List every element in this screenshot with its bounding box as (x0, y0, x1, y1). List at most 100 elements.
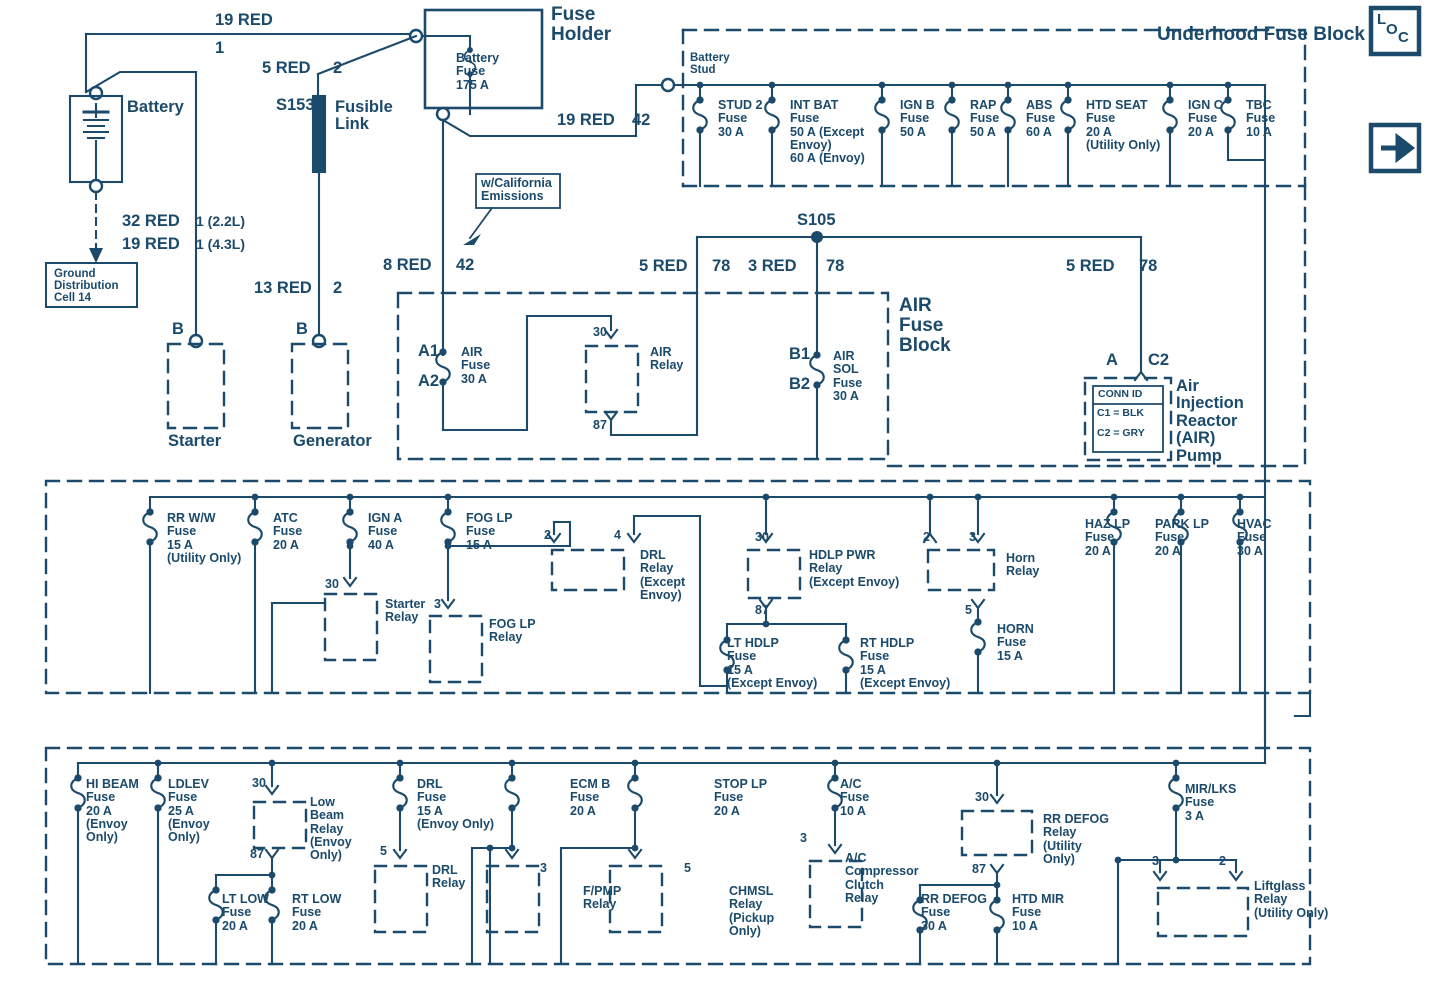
rr-defog-relay-label: RR DEFOG Relay (Utility Only) (1043, 812, 1109, 866)
starter-relay-label: Starter Relay (385, 597, 426, 625)
chmsl-relay-label: CHMSL Relay (Pickup Only) (729, 884, 775, 938)
arrow-right-icon (1368, 122, 1422, 174)
air-fuse-label: AIR Fuse 30 A (461, 345, 491, 386)
fuse-tbc-label: TBC Fuse 10 A (1246, 98, 1276, 139)
ground-wire-0-gauge: 32 RED (122, 212, 180, 230)
fusible-link-label: Fusible Link (335, 98, 393, 134)
air-relay-label: AIR Relay (650, 345, 684, 373)
wire-label-19red-1-circuit: 1 (215, 39, 225, 57)
fuse-horn-label: HORN Fuse 15 A (997, 622, 1034, 663)
wire-label-19red-42-circuit: 42 (632, 111, 651, 129)
fpmp-relay-pin-3: 3 (540, 861, 547, 875)
fuse-rr-defog-label: RR DEFOG Fuse 30 A (921, 892, 987, 933)
wire-3red-78-gauge: 3 RED (748, 257, 797, 275)
air-fuse-terminal-a2: A2 (418, 372, 440, 390)
underhood-fuse-block-title: Underhood Fuse Block (1157, 24, 1365, 45)
wire-label-13red-2-circuit: 2 (333, 279, 343, 297)
fuse-drl-label: DRL Fuse 15 A (Envoy Only) (417, 777, 495, 831)
air-sol-fuse-label: AIR SOL Fuse 30 A (833, 349, 863, 403)
conn-id-title: CONN ID (1098, 388, 1143, 400)
fuse-hvac-label: HVAC Fuse 30 A (1237, 517, 1272, 558)
california-emissions-note: w/California Emissions (481, 176, 552, 204)
air-relay-pin-87: 87 (593, 418, 607, 432)
conn-id-row-c2: C2 = GRY (1097, 427, 1145, 439)
ac-clutch-relay-pin-3: 3 (800, 831, 807, 845)
generator-label: Generator (293, 432, 372, 450)
fuse-rt-low-label: RT LOW Fuse 20 A (292, 892, 342, 933)
drl-relay-pin-2: 2 (544, 528, 551, 542)
battery-label: Battery (127, 98, 184, 116)
fuse-stud-2-label: STUD 2 Fuse 30 A (718, 98, 763, 139)
fuse-ldlev-label: LDLEV Fuse 25 A (Envoy Only) (168, 777, 210, 844)
fuse-holder-label: Fuse Holder (551, 4, 612, 46)
fuse-ac-label: A/C Fuse 10 A (840, 777, 870, 818)
wiring-diagram-page: 19 RED 1 5 RED 2 Battery Fuse Holder Bat… (0, 0, 1440, 1008)
air-fuse-terminal-a1: A1 (418, 342, 440, 360)
fuse-ecm-b-label: ECM B Fuse 20 A (570, 777, 611, 818)
hdlp-pwr-relay-label: HDLP PWR Relay (Except Envoy) (809, 548, 900, 589)
horn-relay-label: Horn Relay (1006, 551, 1040, 579)
wire-label-8red-42-gauge: 8 RED (383, 256, 432, 274)
pump-terminal-c2: C2 (1148, 351, 1170, 369)
wire-label-5red-2-circuit: 2 (333, 59, 343, 77)
fuse-atc-label: ATC Fuse 20 A (273, 511, 303, 552)
wire-label-19red-1-gauge: 19 RED (215, 11, 273, 29)
liftglass-relay-label: Liftglass Relay (Utility Only) (1254, 879, 1329, 920)
low-beam-relay-pin-87: 87 (250, 847, 264, 861)
s105-label: S105 (797, 211, 836, 229)
loc-icon-letter-l[interactable]: L (1377, 12, 1386, 28)
wire-5red-78-left-gauge: 5 RED (639, 257, 688, 275)
air-sol-terminal-b2: B2 (789, 375, 811, 393)
wire-5red-78-left-circuit: 78 (712, 257, 731, 275)
wire-5red-78-right-circuit: 78 (1139, 257, 1158, 275)
loc-icon-letter-c[interactable]: C (1398, 30, 1409, 46)
wire-3red-78-circuit: 78 (826, 257, 845, 275)
battery-fuse-label: Battery Fuse 175 A (456, 51, 500, 92)
fuse-stop-lp-label: STOP LP Fuse 20 A (714, 777, 768, 818)
fog-lp-relay-pin-3: 3 (434, 597, 441, 611)
fpmp-relay-label: F/PMP Relay (583, 884, 622, 912)
ground-wire-0-circuit: 1 (2.2L) (196, 213, 246, 229)
fuse-int-bat-label: INT BAT Fuse 50 A (Except Envoy) 60 A (E… (790, 98, 865, 165)
fuse-rt-hdlp-label: RT HDLP Fuse 15 A (Except Envoy) (860, 636, 951, 690)
chmsl-relay-pin-5: 5 (684, 861, 691, 875)
battery-stud-label: Battery Stud (690, 52, 730, 77)
wire-label-19red-42-gauge: 19 RED (557, 111, 615, 129)
fuse-abs-label: ABS Fuse 60 A (1026, 98, 1056, 139)
drl-relay-bottom-pin-5: 5 (380, 844, 387, 858)
fuse-park-lp-label: PARK LP Fuse 20 A (1155, 517, 1209, 558)
hdlp-pwr-relay-pin-87: 87 (755, 603, 769, 617)
starter-label: Starter (168, 432, 222, 450)
conn-id-row-c1: C1 = BLK (1097, 407, 1144, 419)
fuse-ign-a-label: IGN A Fuse 40 A (368, 511, 403, 552)
fuse-htd-mir-label: HTD MIR Fuse 10 A (1012, 892, 1065, 933)
generator-terminal-b: B (296, 320, 308, 338)
starter-relay-pin-30: 30 (325, 577, 339, 591)
loc-icon-letter-o[interactable]: O (1386, 22, 1398, 38)
fuse-ign-c-label: IGN C Fuse 20 A (1188, 98, 1223, 139)
fuse-lt-low-label: LT LOW Fuse 20 A (222, 892, 269, 933)
fuse-mir-lks-label: MIR/LKS Fuse 3 A (1185, 782, 1237, 823)
s153-label: S153 (276, 96, 315, 114)
air-pump-label: Air Injection Reactor (AIR) Pump (1176, 377, 1244, 465)
air-relay-pin-30: 30 (593, 325, 607, 339)
liftglass-relay-pin-2: 2 (1219, 854, 1226, 868)
fuse-ign-b-label: IGN B Fuse 50 A (900, 98, 935, 139)
liftglass-relay-pin-3: 3 (1152, 854, 1159, 868)
air-fuse-block-title: AIR Fuse Block (899, 295, 951, 357)
fuse-hi-beam-label: HI BEAM Fuse 20 A (Envoy Only) (86, 777, 139, 844)
horn-relay-pin-2: 2 (923, 530, 930, 544)
ground-wire-1-gauge: 19 RED (122, 235, 180, 253)
ac-clutch-relay-label: A/C Compressor Clutch Relay (845, 851, 919, 905)
fuse-rr-ww-label: RR W/W Fuse 15 A (Utility Only) (167, 511, 242, 565)
fog-lp-relay-label: FOG LP Relay (489, 617, 536, 645)
air-sol-terminal-b1: B1 (789, 345, 811, 363)
horn-relay-pin-5: 5 (965, 603, 972, 617)
fuse-rap-label: RAP Fuse 50 A (970, 98, 1000, 139)
wire-label-8red-42-circuit: 42 (456, 256, 475, 274)
wire-5red-78-right-gauge: 5 RED (1066, 257, 1115, 275)
fuse-fog-lp-label: FOG LP Fuse 15 A (466, 511, 513, 552)
hdlp-pwr-relay-pin-30: 30 (755, 530, 769, 544)
ground-distribution-label: Ground Distribution Cell 14 (54, 268, 119, 305)
rr-defog-relay-pin-30: 30 (975, 790, 989, 804)
